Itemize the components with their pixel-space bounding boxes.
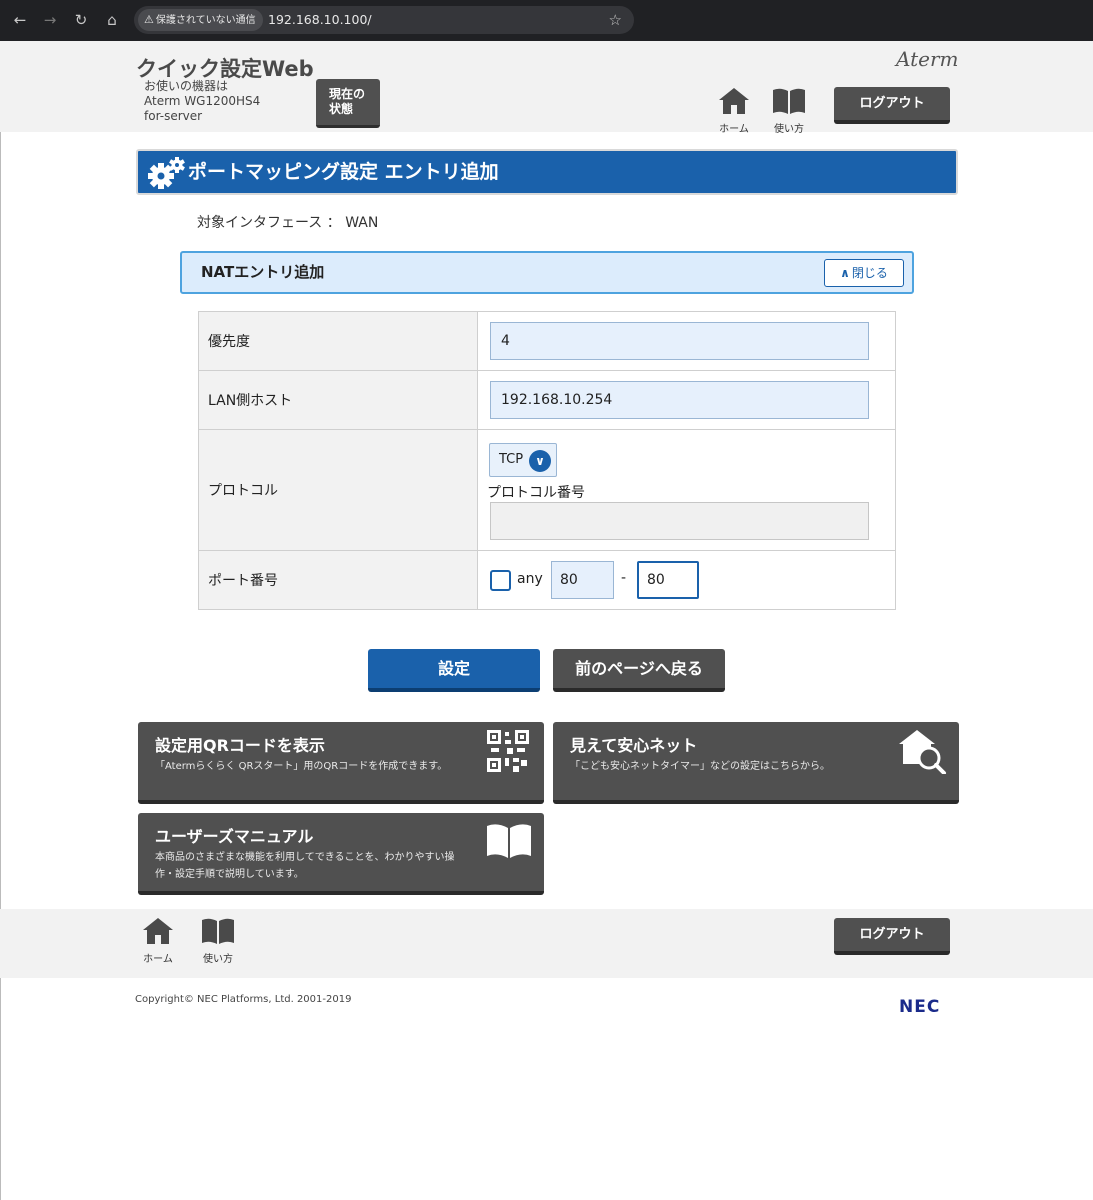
protocol-select[interactable]: TCP ∨ <box>489 443 557 477</box>
chevron-up-icon: ∧ <box>840 266 850 280</box>
submit-button[interactable]: 設定 <box>368 649 540 692</box>
browser-toolbar: ← → ↻ ⌂ ⚠ 保護されていない通信 192.168.10.100/ ☆ <box>0 0 1093 41</box>
forward-arrow-icon[interactable]: → <box>40 10 60 30</box>
home-icon[interactable]: ⌂ <box>102 10 122 30</box>
port-range-dash: - <box>621 570 627 586</box>
bookmark-star-icon[interactable]: ☆ <box>609 6 622 34</box>
lan-host-row: LAN側ホスト <box>199 371 895 430</box>
aterm-logo: Aterm <box>896 47 959 71</box>
device-info: お使いの機器は Aterm WG1200HS4 for-server <box>144 79 261 123</box>
header-manual-link[interactable]: 使い方 <box>769 87 809 135</box>
nat-entry-form: 優先度 LAN側ホスト プロトコル TCP ∨ プロトコル番号 ポート番号 an… <box>198 311 896 610</box>
book-icon <box>773 88 805 114</box>
protocol-row: プロトコル TCP ∨ プロトコル番号 <box>199 430 895 551</box>
page-title-banner: ポートマッピング設定 エントリ追加 <box>136 149 958 195</box>
nec-logo: NEC <box>899 997 941 1017</box>
footer-logout-button[interactable]: ログアウト <box>834 918 950 955</box>
priority-input[interactable] <box>490 322 869 360</box>
protocol-number-input[interactable] <box>490 502 869 540</box>
house-icon <box>719 88 749 114</box>
lan-host-input[interactable] <box>490 381 869 419</box>
warning-icon: ⚠ <box>144 13 154 26</box>
qr-code-icon <box>487 730 529 772</box>
back-arrow-icon[interactable]: ← <box>10 10 30 30</box>
window-edge <box>0 41 1 1200</box>
lan-host-label: LAN側ホスト <box>199 371 478 429</box>
book-icon <box>202 918 234 944</box>
gears-icon <box>148 157 185 189</box>
book-icon <box>487 824 531 858</box>
site-footer: ホーム 使い方 ログアウト <box>0 909 1093 978</box>
back-button[interactable]: 前のページへ戻る <box>553 649 725 692</box>
nat-entry-section-header: NATエントリ追加 ∧ 閉じる <box>180 251 914 294</box>
priority-label: 優先度 <box>199 312 478 370</box>
section-title: NATエントリ追加 <box>201 263 325 281</box>
site-header: クイック設定Web お使いの機器は Aterm WG1200HS4 for-se… <box>0 41 1093 135</box>
any-label: any <box>517 571 543 587</box>
qr-code-tile[interactable]: 設定用QRコードを表示 「Atermらくらく QRスタート」用のQRコードを作成… <box>138 722 544 804</box>
collapse-button[interactable]: ∧ 閉じる <box>824 259 904 287</box>
port-from-input[interactable] <box>551 561 614 599</box>
security-chip[interactable]: ⚠ 保護されていない通信 <box>138 9 263 31</box>
header-home-link[interactable]: ホーム <box>714 87 754 135</box>
chevron-down-icon: ∨ <box>529 450 551 472</box>
port-to-input[interactable] <box>637 561 699 599</box>
current-status-button[interactable]: 現在の 状態 <box>316 79 380 128</box>
priority-row: 優先度 <box>199 312 895 371</box>
copyright-text: Copyright© NEC Platforms, Ltd. 2001-2019 <box>135 994 352 1005</box>
footer-home-link[interactable]: ホーム <box>138 917 178 965</box>
page-title: ポートマッピング設定 エントリ追加 <box>188 161 499 183</box>
any-checkbox[interactable] <box>490 570 511 591</box>
protocol-number-label: プロトコル番号 <box>487 485 585 501</box>
header-logout-button[interactable]: ログアウト <box>834 87 950 124</box>
safe-net-tile[interactable]: 見えて安心ネット 「こども安心ネットタイマー」などの設定はこちらから。 <box>553 722 959 804</box>
footer-manual-link[interactable]: 使い方 <box>198 917 238 965</box>
house-search-icon <box>899 730 946 774</box>
reload-icon[interactable]: ↻ <box>71 10 91 30</box>
port-label: ポート番号 <box>199 551 478 609</box>
port-row: ポート番号 any - <box>199 551 895 609</box>
protocol-label: プロトコル <box>199 430 478 550</box>
address-bar[interactable]: ⚠ 保護されていない通信 192.168.10.100/ ☆ <box>134 6 634 34</box>
users-manual-tile[interactable]: ユーザーズマニュアル 本商品のさまざまな機能を利用してできることを、わかりやすい… <box>138 813 544 895</box>
url-text[interactable]: 192.168.10.100/ <box>268 6 372 34</box>
house-icon <box>143 918 173 944</box>
target-interface-text: 対象インタフェース ： WAN <box>197 215 379 231</box>
